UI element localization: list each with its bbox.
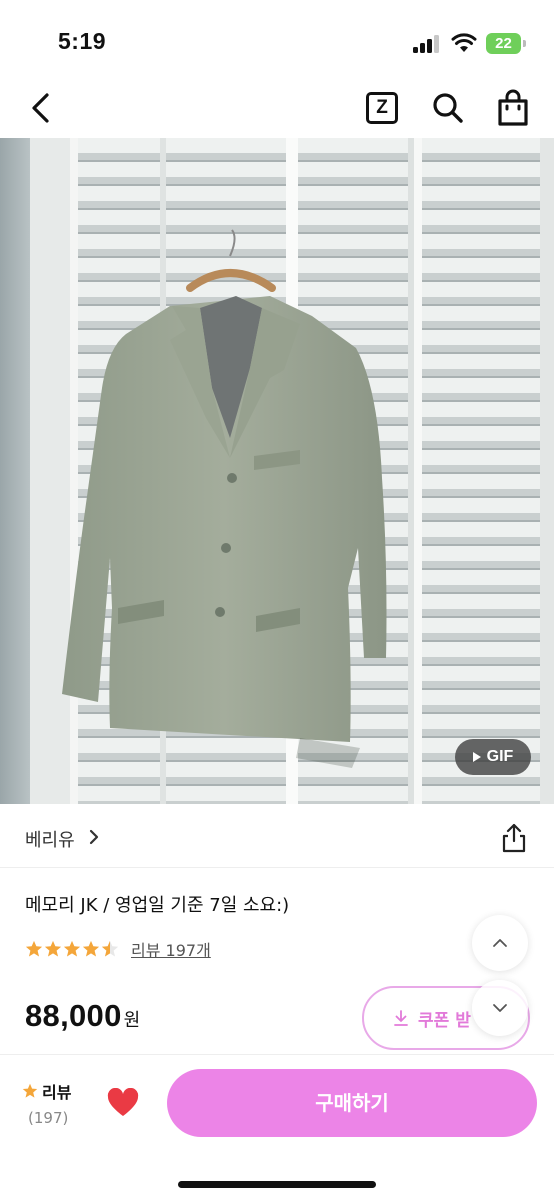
battery-level: 22 [486,33,521,54]
status-bar: 5:19 22 [0,0,554,80]
status-time: 5:19 [58,28,107,54]
review-link[interactable]: 리뷰 197개 [131,937,211,961]
rating-row: 리뷰 197개 [25,936,211,962]
price-unit: 원 [123,1010,141,1031]
chevron-down-icon [493,1004,507,1012]
scroll-to-top-button[interactable] [472,915,528,971]
z-icon[interactable]: Z [366,92,398,124]
price: 88,000 원 [25,998,141,1034]
download-icon [394,1010,408,1026]
gif-badge[interactable]: GIF [455,739,531,775]
store-name[interactable]: 베리유 [25,826,75,852]
star-icon [82,940,100,957]
scroll-down-button[interactable] [472,980,528,1036]
back-icon[interactable] [26,90,56,126]
bottom-action-bar: 리뷰 (197) 구매하기 [0,1054,554,1200]
top-nav-bar: Z [0,80,554,138]
play-icon [472,752,481,762]
star-half-icon [101,940,119,957]
battery-icon: 22 [486,33,526,54]
bottom-review-count: (197) [28,1109,69,1127]
jacket-photo [0,138,554,804]
bottom-review-label: 리뷰 [42,1083,72,1102]
chevron-right-icon [89,829,99,845]
shopping-bag-icon[interactable] [496,89,530,127]
product-image[interactable] [0,138,554,804]
coupon-label: 쿠폰 받 [418,1010,471,1031]
cellular-signal-icon [413,35,441,53]
star-rating [25,940,119,958]
store-row[interactable]: 베리유 [0,804,554,868]
star-icon [22,1083,38,1098]
heart-icon[interactable] [106,1088,140,1118]
star-icon [44,940,62,957]
bottom-review[interactable]: 리뷰 [22,1079,71,1103]
search-icon[interactable] [430,90,466,126]
price-value: 88,000 [25,998,122,1033]
home-indicator [178,1181,376,1188]
wifi-icon [451,33,477,52]
star-icon [63,940,81,957]
gif-label: GIF [486,748,514,765]
product-title: 메모리 JK / 영업일 기준 7일 소요:) [25,895,290,916]
star-icon [25,940,43,957]
chevron-up-icon [493,939,507,947]
share-icon[interactable] [500,822,528,854]
buy-button[interactable]: 구매하기 [167,1069,537,1137]
